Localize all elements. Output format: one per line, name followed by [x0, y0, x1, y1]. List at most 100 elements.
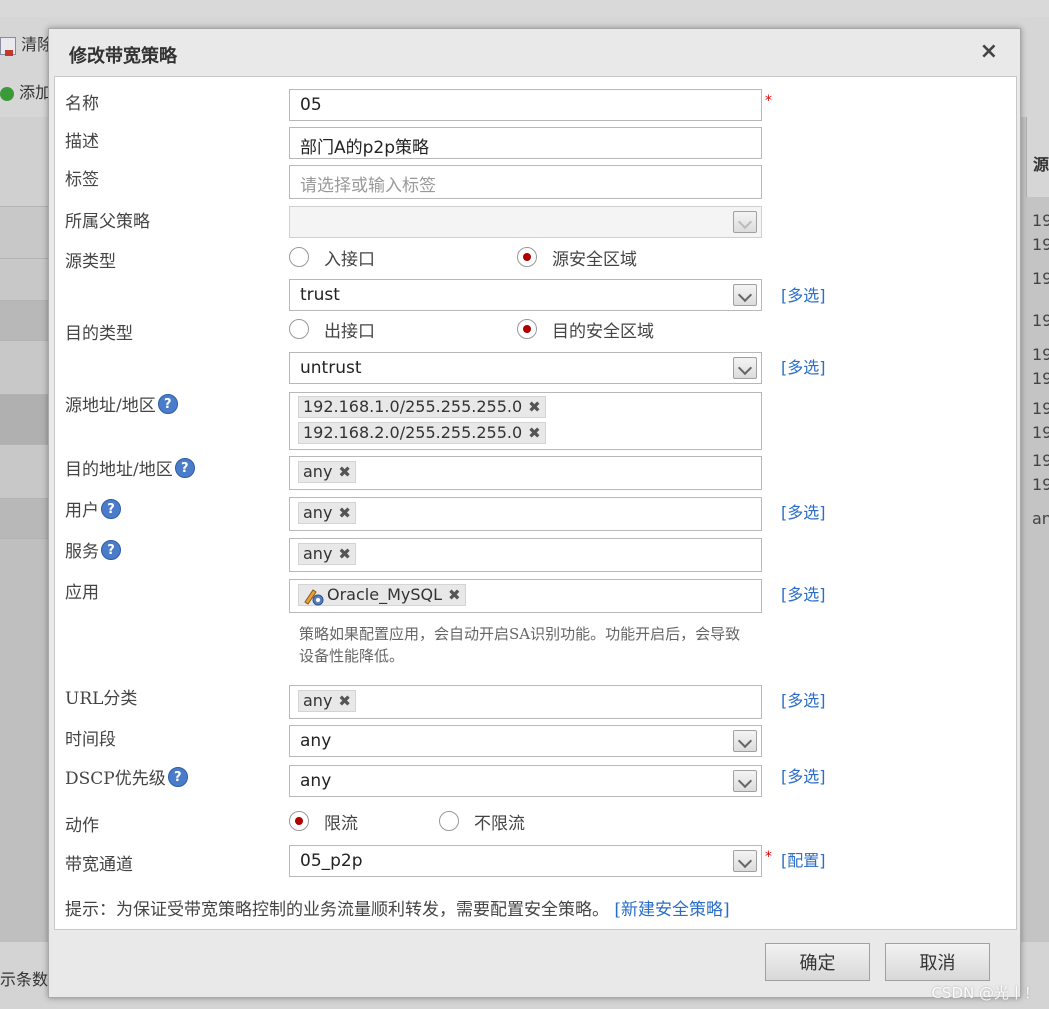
help-icon[interactable]: ? — [101, 539, 121, 560]
remove-tag-icon[interactable]: ✖ — [448, 586, 461, 604]
src-addr-input[interactable]: 192.168.1.0/255.255.255.0 ✖ 192.168.2.0/2… — [289, 392, 762, 450]
channel-config-link[interactable]: [配置] — [781, 847, 826, 871]
table-header: 源 — [1026, 117, 1049, 197]
src-zone-label: 源安全区域 — [552, 250, 637, 270]
page-top-strip — [0, 0, 1049, 17]
parent-policy-label: 所属父策略 — [65, 212, 150, 232]
remove-tag-icon[interactable]: ✖ — [338, 463, 351, 481]
radio-in-interface[interactable] — [289, 247, 309, 267]
action-label: 动作 — [65, 816, 99, 836]
chevron-down-icon[interactable] — [733, 357, 757, 379]
cancel-button[interactable]: 取消 — [885, 943, 990, 981]
chevron-down-icon[interactable] — [733, 850, 757, 872]
user-tag: any ✖ — [298, 502, 356, 524]
user-multiselect-link[interactable]: [多选] — [781, 499, 826, 523]
desc-input[interactable]: 部门A的p2p策略 — [289, 127, 762, 159]
tag-text: any — [303, 544, 333, 563]
page-table-left — [0, 117, 48, 942]
tags-input[interactable]: 请选择或输入标签 — [289, 165, 762, 199]
parent-policy-select — [289, 206, 762, 238]
user-label-text: 用户 — [65, 501, 99, 521]
name-input[interactable]: 05 — [289, 89, 762, 121]
tags-placeholder: 请选择或输入标签 — [300, 176, 436, 196]
url-input[interactable]: any ✖ — [289, 685, 762, 719]
dst-zone-multiselect-link[interactable]: [多选] — [781, 354, 826, 378]
dst-addr-label-text: 目的地址/地区 — [65, 460, 173, 480]
time-value: any — [300, 731, 332, 751]
src-addr-tag: 192.168.1.0/255.255.255.0 ✖ — [298, 396, 546, 418]
new-security-policy-link[interactable]: [新建安全策略] — [614, 900, 729, 920]
table-row — [0, 341, 48, 395]
remove-tag-icon[interactable]: ✖ — [338, 692, 351, 710]
clear-icon — [0, 36, 16, 56]
app-multiselect-link[interactable]: [多选] — [781, 581, 826, 605]
channel-label: 带宽通道 — [65, 855, 133, 875]
url-multiselect-link[interactable]: [多选] — [781, 687, 826, 711]
src-addr-tag: 192.168.2.0/255.255.255.0 ✖ — [298, 422, 546, 444]
chevron-down-icon[interactable] — [733, 770, 757, 792]
tag-text: 192.168.1.0/255.255.255.0 — [303, 397, 523, 416]
dscp-select[interactable]: any — [289, 765, 762, 797]
channel-value: 05_p2p — [300, 851, 363, 871]
help-icon[interactable]: ? — [174, 457, 195, 478]
radio-dst-zone[interactable] — [517, 319, 537, 339]
chevron-down-icon[interactable] — [733, 730, 757, 752]
remove-tag-icon[interactable]: ✖ — [338, 504, 351, 522]
channel-select[interactable]: 05_p2p — [289, 845, 762, 877]
dst-zone-value: untrust — [300, 358, 362, 378]
src-zone-multiselect-link[interactable]: [多选] — [781, 282, 826, 306]
help-icon[interactable]: ? — [157, 393, 178, 414]
radio-no-rate-limit[interactable] — [439, 811, 459, 831]
user-label: 用户 ? — [65, 496, 121, 521]
table-row — [0, 259, 48, 301]
app-note: 策略如果配置应用，会自动开启SA识别功能。功能开启后，会导致设备性能降低。 — [299, 625, 741, 665]
tip-text: 提示：为保证受带宽策略控制的业务流量顺利转发，需要配置安全策略。 — [65, 900, 609, 920]
table-header-label: 源 — [1033, 155, 1049, 174]
dst-addr-input[interactable]: any ✖ — [289, 456, 762, 490]
radio-rate-limit[interactable] — [289, 811, 309, 831]
chevron-down-icon[interactable] — [733, 284, 757, 306]
edit-bandwidth-policy-dialog: 修改带宽策略 × 名称 05 * 描述 部门A的p2p策略 标签 请选择或输入标… — [48, 28, 1021, 998]
tag-text: Oracle_MySQL — [327, 585, 442, 604]
service-label: 服务 ? — [65, 537, 121, 562]
table-row — [0, 117, 48, 207]
dscp-label: DSCP优先级 ? — [65, 764, 188, 789]
table-cell: 19 — [1032, 399, 1049, 418]
remove-tag-icon[interactable]: ✖ — [528, 424, 541, 442]
service-input[interactable]: any ✖ — [289, 538, 762, 572]
required-mark: * — [765, 93, 772, 109]
app-label: 应用 — [65, 583, 99, 603]
src-zone-value: trust — [300, 285, 340, 305]
radio-out-interface[interactable] — [289, 319, 309, 339]
service-tag: any ✖ — [298, 543, 356, 565]
table-cell: 19 — [1032, 345, 1049, 364]
tag-text: any — [303, 503, 333, 522]
user-input[interactable]: any ✖ — [289, 497, 762, 531]
src-zone-select[interactable]: trust — [289, 279, 762, 311]
app-input[interactable]: Oracle_MySQL ✖ — [289, 579, 762, 613]
src-type-label: 源类型 — [65, 252, 116, 272]
help-icon[interactable]: ? — [167, 766, 188, 787]
table-row — [0, 301, 48, 341]
table-cell: 19 — [1032, 311, 1049, 330]
dst-type-label: 目的类型 — [65, 324, 133, 344]
table-cell: 19 — [1032, 211, 1049, 230]
table-row — [0, 445, 48, 499]
radio-src-zone[interactable] — [517, 247, 537, 267]
time-select[interactable]: any — [289, 725, 762, 757]
out-interface-label: 出接口 — [324, 322, 375, 342]
close-icon[interactable]: × — [980, 39, 998, 64]
remove-tag-icon[interactable]: ✖ — [338, 545, 351, 563]
dscp-multiselect-link[interactable]: [多选] — [781, 763, 826, 787]
dst-addr-label: 目的地址/地区 ? — [65, 455, 195, 480]
help-icon[interactable]: ? — [101, 498, 121, 519]
dst-zone-select[interactable]: untrust — [289, 352, 762, 384]
ok-button[interactable]: 确定 — [765, 943, 870, 981]
add-tool-button[interactable]: 添加 — [0, 79, 51, 103]
src-addr-label-text: 源地址/地区 — [65, 396, 156, 416]
remove-tag-icon[interactable]: ✖ — [528, 398, 541, 416]
clear-tool-button[interactable]: 清除 — [0, 31, 53, 56]
footer-label: 示条数 — [0, 970, 49, 989]
time-label: 时间段 — [65, 730, 116, 750]
tag-text: any — [303, 691, 333, 710]
